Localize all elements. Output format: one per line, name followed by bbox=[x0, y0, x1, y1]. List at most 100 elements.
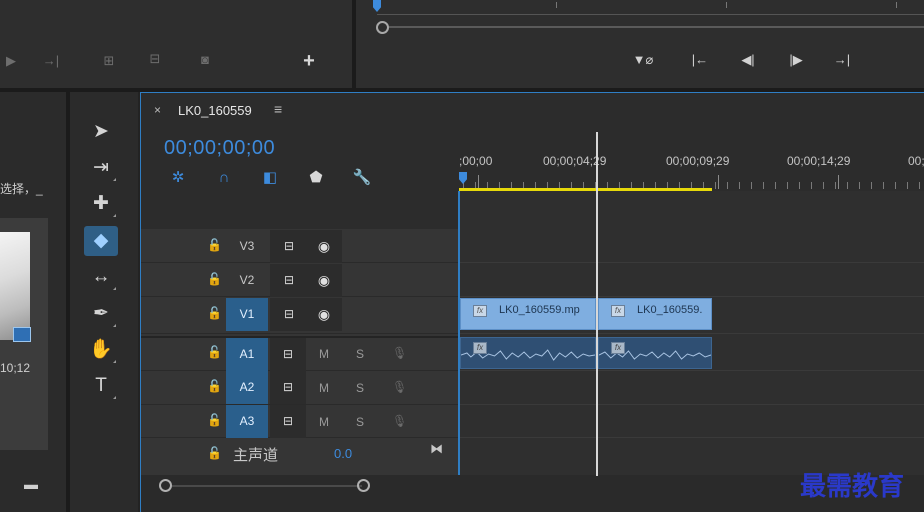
close-tab-icon[interactable]: × bbox=[154, 103, 161, 117]
razor-tool[interactable]: ◆ bbox=[84, 226, 118, 256]
lock-icon[interactable]: 🔓 bbox=[207, 306, 222, 320]
wrench-icon[interactable]: 🔧 bbox=[352, 168, 372, 188]
timeline-zoom-start-handle[interactable] bbox=[159, 479, 172, 492]
step-back-icon[interactable]: ◀| bbox=[736, 51, 760, 69]
video-clip[interactable]: fx LK0_160559. bbox=[598, 298, 712, 330]
mute-button[interactable]: M bbox=[319, 347, 329, 361]
hand-tool[interactable]: ✋ bbox=[84, 335, 118, 365]
step-forward-icon[interactable]: |▶ bbox=[784, 51, 808, 69]
linked-selection-icon[interactable]: ◧ bbox=[260, 168, 280, 188]
fx-badge-icon: fx bbox=[473, 305, 487, 317]
lock-icon[interactable]: 🔓 bbox=[207, 238, 222, 252]
track-name-v2[interactable]: V2 bbox=[226, 264, 268, 297]
pen-tool[interactable]: ✒ bbox=[84, 299, 118, 329]
ruler-tick bbox=[726, 2, 727, 8]
clip-label: LK0_160559. bbox=[637, 304, 703, 316]
lock-icon[interactable]: 🔓 bbox=[207, 379, 222, 393]
go-to-out-icon[interactable]: →| bbox=[830, 51, 854, 69]
clip-label: LK0_160559.mp bbox=[499, 304, 580, 316]
lock-icon[interactable]: 🔓 bbox=[207, 413, 222, 427]
panel-menu-icon[interactable]: ≡ bbox=[274, 101, 282, 117]
mute-button[interactable]: M bbox=[319, 381, 329, 395]
master-track-label: 主声道 bbox=[233, 447, 279, 464]
track-name-v1[interactable]: V1 bbox=[226, 298, 268, 331]
sync-lock-icon[interactable]: ⊟ bbox=[277, 272, 301, 288]
ruler-label: 00; bbox=[908, 154, 924, 168]
lane-separator bbox=[459, 370, 924, 371]
track-name-v3[interactable]: V3 bbox=[226, 230, 268, 263]
hand-icon: ✋ bbox=[89, 339, 113, 360]
microphone-icon[interactable]: 🎙 bbox=[392, 380, 407, 396]
track-separator bbox=[141, 333, 459, 334]
fx-badge-icon: fx bbox=[473, 342, 487, 354]
sync-lock-icon[interactable]: ⊟ bbox=[277, 306, 301, 322]
insert-icon[interactable]: ⊞ bbox=[98, 52, 120, 70]
overwrite-icon[interactable]: ⊟ bbox=[144, 50, 166, 68]
lane-separator bbox=[459, 296, 924, 297]
fx-badge-icon: fx bbox=[611, 342, 625, 354]
video-clip[interactable]: fx LK0_160559.mp bbox=[460, 298, 596, 330]
folder-icon[interactable]: ▬ bbox=[22, 476, 40, 492]
step-forward-icon[interactable]: ▶ bbox=[0, 52, 22, 70]
ruler-tick bbox=[556, 2, 557, 8]
work-area-bar[interactable] bbox=[459, 188, 712, 191]
ruler-major-tick bbox=[838, 175, 839, 189]
go-to-out-icon[interactable]: →| bbox=[40, 52, 62, 70]
lock-icon[interactable]: 🔓 bbox=[207, 446, 222, 460]
playhead-timecode[interactable]: 00;00;00;00 bbox=[164, 137, 275, 160]
fx-badge-icon: fx bbox=[611, 305, 625, 317]
timeline-zoom-track bbox=[172, 485, 362, 487]
lock-icon[interactable]: 🔓 bbox=[207, 272, 222, 286]
sequence-tab-title[interactable]: LK0_160559 bbox=[178, 103, 252, 118]
sync-lock-icon[interactable]: ⊟ bbox=[277, 238, 301, 254]
nest-sequence-icon[interactable]: ✲ bbox=[168, 168, 188, 188]
track-name-a1[interactable]: A1 bbox=[226, 338, 268, 371]
watermark: 最需教育 bbox=[800, 472, 905, 502]
audio-clip[interactable]: fx bbox=[598, 337, 712, 369]
microphone-icon[interactable]: 🎙 bbox=[392, 414, 407, 430]
slip-icon: ↔ bbox=[91, 266, 111, 287]
ruler-label: 00;00;14;29 bbox=[787, 154, 851, 168]
ripple-edit-tool[interactable]: ✚ bbox=[84, 189, 118, 219]
program-zoom-handle[interactable] bbox=[376, 21, 389, 34]
type-icon: T bbox=[95, 375, 107, 396]
eye-icon[interactable]: ◉ bbox=[313, 272, 335, 288]
track-select-tool[interactable]: ⇥ bbox=[84, 153, 118, 183]
track-area-edge bbox=[458, 191, 460, 475]
selection-tool[interactable]: ➤ bbox=[84, 117, 118, 147]
solo-button[interactable]: S bbox=[356, 415, 364, 429]
playhead-line[interactable] bbox=[596, 132, 598, 476]
mute-button[interactable]: M bbox=[319, 415, 329, 429]
add-marker-icon[interactable]: ⬟ bbox=[306, 168, 326, 188]
project-text-fragment: 选择，_ bbox=[0, 182, 43, 196]
go-to-in-icon[interactable]: |← bbox=[688, 51, 712, 69]
sync-lock-icon[interactable]: ⊟ bbox=[276, 379, 300, 395]
time-ruler[interactable] bbox=[459, 93, 924, 191]
export-frame-icon[interactable]: ◙ bbox=[194, 51, 216, 69]
audio-clip[interactable]: fx bbox=[460, 337, 596, 369]
lane-separator bbox=[459, 333, 924, 334]
track-name-a3[interactable]: A3 bbox=[226, 405, 268, 438]
source-monitor-toolbar bbox=[0, 0, 352, 88]
lock-icon[interactable]: 🔓 bbox=[207, 345, 222, 359]
master-volume-value[interactable]: 0.0 bbox=[334, 446, 352, 461]
lane-separator bbox=[459, 437, 924, 438]
add-button[interactable]: + bbox=[298, 51, 320, 71]
slip-tool[interactable]: ↔ bbox=[84, 262, 118, 292]
sync-lock-icon[interactable]: ⊟ bbox=[276, 346, 300, 362]
microphone-icon[interactable]: 🎙 bbox=[392, 346, 407, 362]
solo-button[interactable]: S bbox=[356, 381, 364, 395]
type-tool[interactable]: T bbox=[84, 371, 118, 401]
ruler-major-tick bbox=[478, 175, 479, 189]
track-name-a2[interactable]: A2 bbox=[226, 371, 268, 404]
ruler-major-tick bbox=[718, 175, 719, 189]
lane-separator bbox=[459, 404, 924, 405]
solo-button[interactable]: S bbox=[356, 347, 364, 361]
eye-icon[interactable]: ◉ bbox=[313, 306, 335, 322]
go-to-end-icon[interactable]: ⧓ bbox=[430, 441, 443, 457]
lift-extract-icon[interactable]: ▼⌀ bbox=[628, 51, 658, 69]
eye-icon[interactable]: ◉ bbox=[313, 238, 335, 254]
sync-lock-icon[interactable]: ⊟ bbox=[276, 413, 300, 429]
timeline-zoom-end-handle[interactable] bbox=[357, 479, 370, 492]
snap-icon[interactable]: ∩ bbox=[214, 168, 234, 188]
